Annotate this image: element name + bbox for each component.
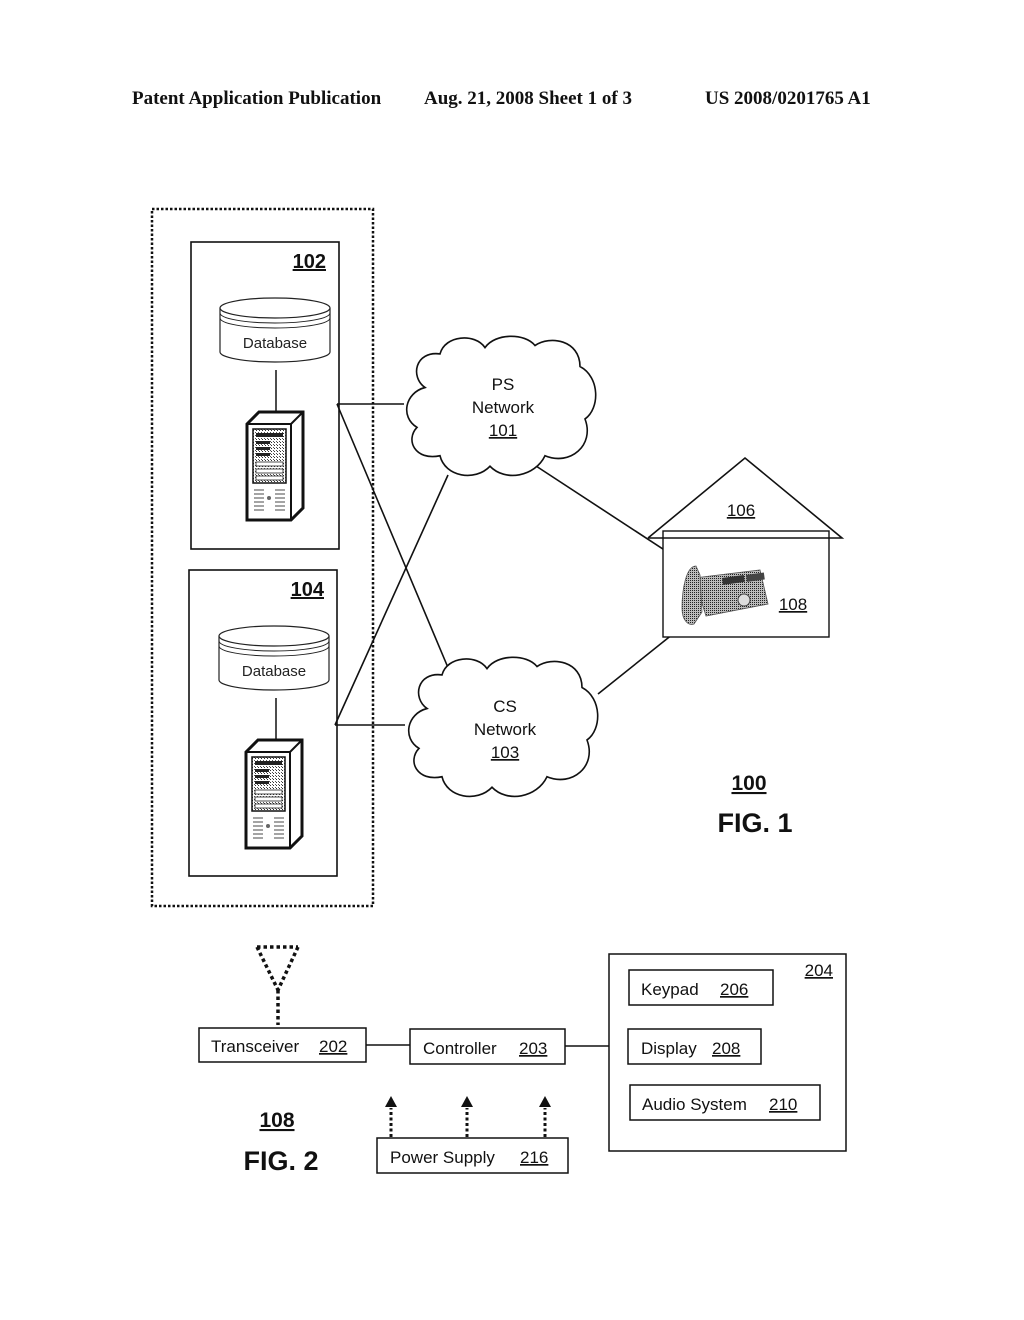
- audio-system-label: Audio System: [642, 1095, 747, 1114]
- fig2-device-ref: 108: [259, 1109, 294, 1132]
- transceiver-ref: 202: [319, 1037, 347, 1056]
- server-tower-icon: [244, 738, 304, 850]
- controller-label: Controller: [423, 1039, 497, 1058]
- display-label: Display: [641, 1039, 697, 1058]
- fig1-system-ref: 100: [731, 772, 766, 795]
- audio-system-block: Audio System 210: [629, 1084, 821, 1121]
- database-label: Database: [242, 663, 306, 680]
- ps-network-cloud: PS Network 101: [405, 335, 597, 477]
- cs-network-cloud: CS Network 103: [407, 656, 599, 798]
- keypad-label: Keypad: [641, 980, 699, 999]
- keypad-block: Keypad 206: [628, 969, 774, 1006]
- database-icon: [218, 625, 330, 691]
- keypad-ref: 206: [720, 980, 748, 999]
- power-supply-block: Power Supply 216: [376, 1137, 569, 1174]
- premises-106: 106 108: [647, 456, 845, 638]
- fig2-caption: FIG. 2: [243, 1146, 318, 1176]
- fig1-caption: FIG. 1: [717, 808, 792, 838]
- server-block-104: 104 Database: [188, 569, 338, 877]
- transceiver-label: Transceiver: [211, 1037, 300, 1056]
- server-block-ref: 102: [293, 251, 326, 273]
- database-label: Database: [243, 335, 307, 352]
- display-ref: 208: [712, 1039, 740, 1058]
- power-supply-label: Power Supply: [390, 1148, 495, 1167]
- audio-system-ref: 210: [769, 1095, 797, 1114]
- power-supply-ref: 216: [520, 1148, 548, 1167]
- network-type: Network: [474, 720, 537, 739]
- network-ref: 101: [489, 421, 517, 440]
- network-name: PS: [492, 375, 515, 394]
- server-tower-icon: [245, 410, 305, 522]
- server-block-ref: 104: [291, 579, 325, 601]
- patent-drawing: 102 Database 104 Database PS Network 101…: [150, 207, 847, 1176]
- premises-ref: 106: [727, 501, 755, 520]
- ui-group-ref: 204: [805, 961, 833, 980]
- power-arrowheads: [385, 1096, 551, 1107]
- power-arrows: [389, 1108, 547, 1137]
- database-icon: [219, 297, 331, 363]
- transceiver-block: Transceiver 202: [198, 1027, 367, 1063]
- network-name: CS: [493, 697, 517, 716]
- controller-block: Controller 203: [409, 1028, 566, 1065]
- user-interface-group-204: 204 Keypad 206 Display 208 Audio System …: [608, 953, 847, 1152]
- display-block: Display 208: [627, 1028, 762, 1065]
- network-type: Network: [472, 398, 535, 417]
- server-block-102: 102 Database: [190, 241, 340, 550]
- phone-ref: 108: [779, 595, 807, 614]
- antenna-icon: [255, 945, 300, 1025]
- network-ref: 103: [491, 743, 519, 762]
- controller-ref: 203: [519, 1039, 547, 1058]
